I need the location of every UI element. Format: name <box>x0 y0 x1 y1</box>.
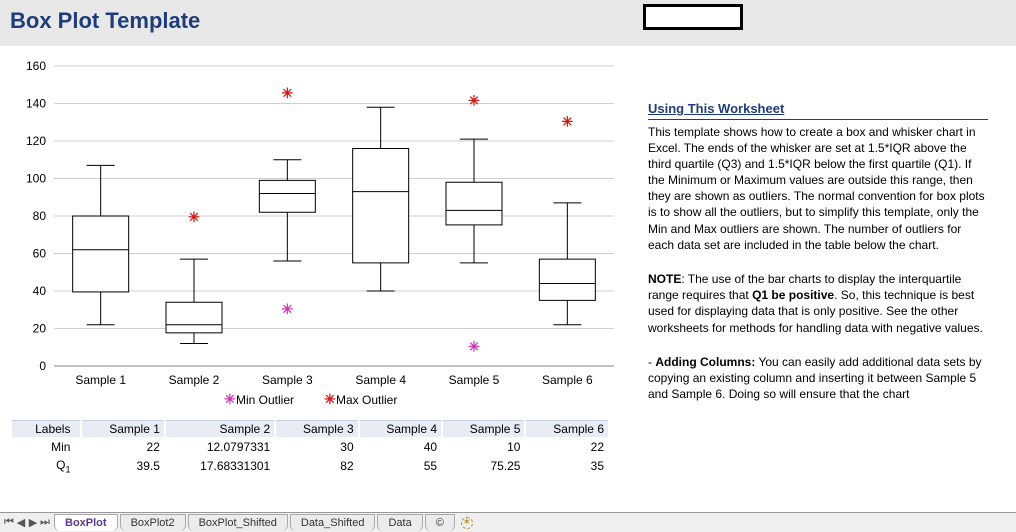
help-paragraph-1: This template shows how to create a box … <box>648 124 988 254</box>
table-cell[interactable]: 35 <box>526 457 608 475</box>
svg-text:✳: ✳ <box>281 301 293 317</box>
tab-first-icon[interactable]: ⏮ <box>4 517 14 529</box>
table-cell[interactable]: 55 <box>360 457 441 475</box>
table-cell[interactable]: 30 <box>276 439 357 455</box>
table-column-header: Sample 6 <box>526 420 608 437</box>
help-paragraph-2: NOTE: The use of the bar charts to displ… <box>648 271 988 336</box>
svg-text:Sample 4: Sample 4 <box>355 373 406 387</box>
table-cell[interactable]: 22 <box>82 439 163 455</box>
svg-text:✳: ✳ <box>224 391 236 407</box>
table-cell[interactable]: 22 <box>526 439 608 455</box>
svg-text:80: 80 <box>33 209 47 223</box>
svg-text:Sample 5: Sample 5 <box>449 373 500 387</box>
svg-text:100: 100 <box>26 172 46 186</box>
svg-text:Sample 6: Sample 6 <box>542 373 593 387</box>
table-row-label: Q1 <box>12 457 80 475</box>
table-header-labels: Labels <box>12 420 80 437</box>
tab-prev-icon[interactable]: ◀ <box>16 517 26 529</box>
table-column-header: Sample 5 <box>443 420 524 437</box>
selected-cell[interactable] <box>643 4 743 30</box>
svg-text:Sample 1: Sample 1 <box>75 373 126 387</box>
table-column-header: Sample 1 <box>82 420 163 437</box>
help-title: Using This Worksheet <box>648 100 988 120</box>
tab-last-icon[interactable]: ⏭ <box>40 517 50 529</box>
svg-text:✳: ✳ <box>468 338 480 354</box>
table-column-header: Sample 4 <box>360 420 441 437</box>
svg-text:140: 140 <box>26 97 46 111</box>
svg-text:120: 120 <box>26 134 46 148</box>
svg-text:20: 20 <box>33 322 47 336</box>
sheet-tab-bar: ⏮ ◀ ▶ ⏭ BoxPlotBoxPlot2BoxPlot_ShiftedDa… <box>0 512 1016 532</box>
sheet-tab-boxplot2[interactable]: BoxPlot2 <box>120 514 186 531</box>
table-cell[interactable]: 82 <box>276 457 357 475</box>
svg-text:60: 60 <box>33 247 47 261</box>
table-cell[interactable]: 75.25 <box>443 457 524 475</box>
svg-text:Max Outlier: Max Outlier <box>336 393 397 407</box>
svg-text:✳: ✳ <box>324 391 336 407</box>
svg-text:40: 40 <box>33 284 47 298</box>
svg-text:Sample 3: Sample 3 <box>262 373 313 387</box>
svg-text:160: 160 <box>26 60 46 73</box>
tab-next-icon[interactable]: ▶ <box>28 517 38 529</box>
help-panel: Using This Worksheet This template shows… <box>648 46 988 477</box>
table-row-label: Min <box>12 439 80 455</box>
sheet-tab-boxplot_shifted[interactable]: BoxPlot_Shifted <box>188 514 288 531</box>
svg-text:0: 0 <box>39 359 46 373</box>
sheet-tab-data[interactable]: Data <box>377 514 422 531</box>
svg-text:Min Outlier: Min Outlier <box>236 393 294 407</box>
table-cell[interactable]: 39.5 <box>82 457 163 475</box>
help-paragraph-3: - Adding Columns: You can easily add add… <box>648 354 988 403</box>
sheet-tab-boxplot[interactable]: BoxPlot <box>54 514 118 531</box>
table-cell[interactable]: 40 <box>360 439 441 455</box>
table-cell[interactable]: 17.68331301 <box>166 457 274 475</box>
table-column-header: Sample 2 <box>166 420 274 437</box>
svg-text:✳: ✳ <box>468 93 480 109</box>
table-row: Q139.517.68331301825575.2535 <box>12 457 608 475</box>
sheet-tab-data_shifted[interactable]: Data_Shifted <box>290 514 376 531</box>
tab-nav-arrows: ⏮ ◀ ▶ ⏭ <box>0 517 54 529</box>
svg-text:✳: ✳ <box>188 209 200 225</box>
insert-sheet-icon[interactable]: ✶ <box>461 517 473 529</box>
table-cell[interactable]: 10 <box>443 439 524 455</box>
table-column-header: Sample 3 <box>276 420 357 437</box>
svg-text:Sample 2: Sample 2 <box>169 373 220 387</box>
page-title: Box Plot Template <box>10 8 200 33</box>
stats-table: LabelsSample 1Sample 2Sample 3Sample 4Sa… <box>10 418 610 477</box>
svg-text:✳: ✳ <box>561 113 573 129</box>
sheet-tab-©[interactable]: © <box>425 514 455 531</box>
table-cell[interactable]: 12.0797331 <box>166 439 274 455</box>
box-plot-chart[interactable]: 0 20 40 60 80 100 120 140 160 Sample 1 ✳ Sample 2 ✳ ✳… <box>10 60 630 412</box>
header: Box Plot Template <box>0 0 1016 46</box>
svg-text:✳: ✳ <box>281 85 293 101</box>
table-row: Min2212.079733130401022 <box>12 439 608 455</box>
